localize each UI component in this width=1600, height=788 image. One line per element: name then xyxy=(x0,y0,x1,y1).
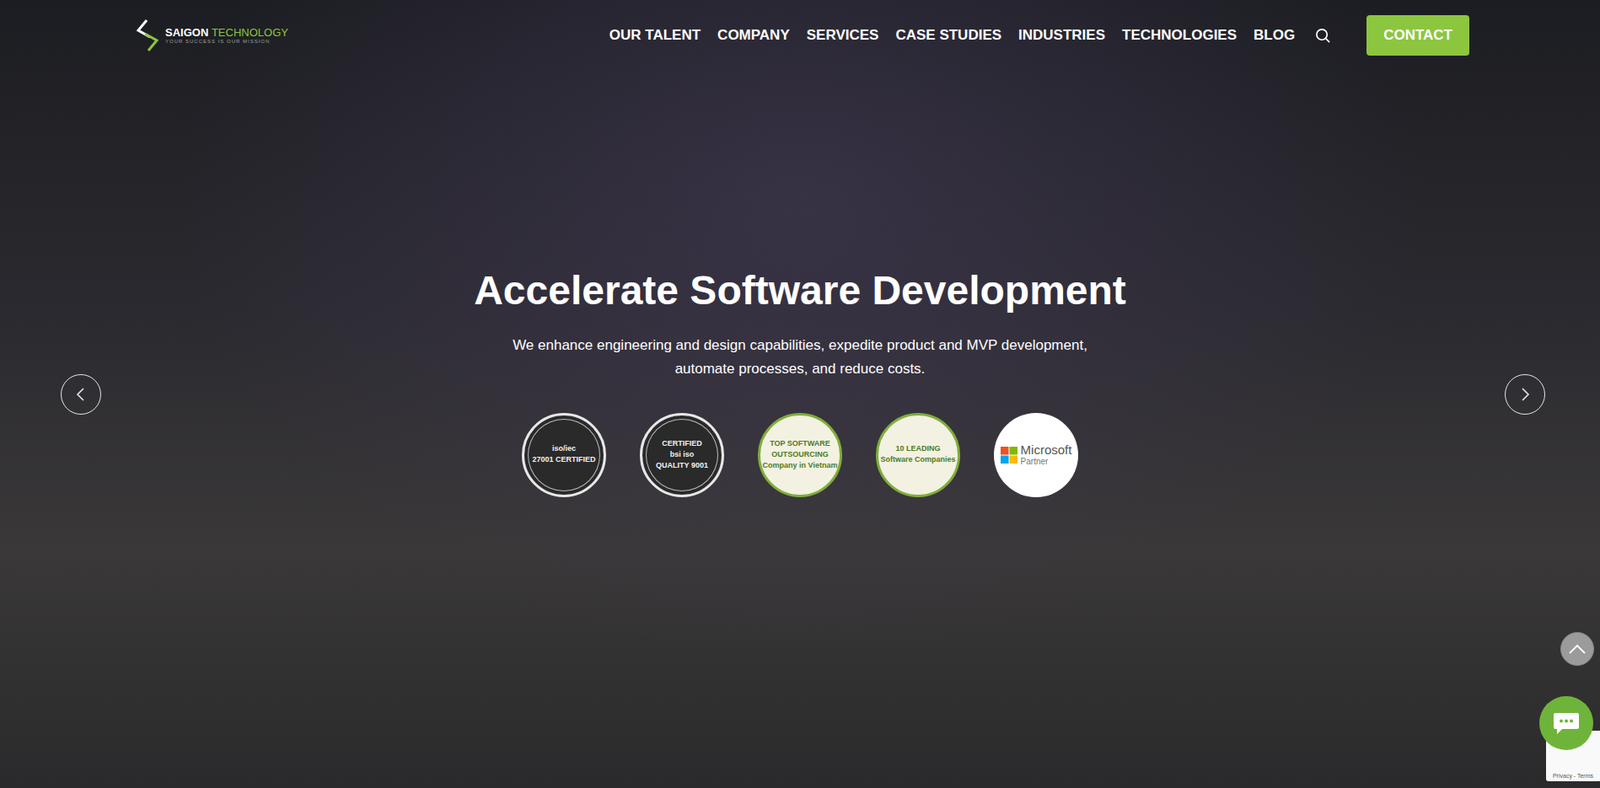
certification-badge: TOP SOFTWARE OUTSOURCINGCompany in Vietna… xyxy=(757,413,843,498)
logo-name: SAIGON TECHNOLOGY xyxy=(165,26,289,39)
main-nav: OUR TALENT COMPANY SERVICES CASE STUDIES IND… xyxy=(609,15,1470,56)
scroll-top-button[interactable] xyxy=(1560,632,1595,666)
microsoft-logo-icon xyxy=(1000,446,1018,464)
badge-line: Company in Vietnam xyxy=(762,461,838,471)
chevron-left-icon xyxy=(75,386,87,403)
nav-item[interactable]: INDUSTRIES xyxy=(1018,26,1106,44)
next-slide-button[interactable] xyxy=(1504,374,1546,415)
nav-item[interactable]: COMPANY xyxy=(717,26,790,44)
nav-item[interactable]: BLOG xyxy=(1253,26,1295,44)
badge-line: iso/iec xyxy=(552,445,576,454)
nav-item[interactable]: OUR TALENT xyxy=(609,26,701,44)
certification-badge: MicrosoftPartner xyxy=(993,413,1079,498)
certification-badge: CERTIFIED bsi isoQUALITY 9001 xyxy=(639,413,725,498)
search-icon xyxy=(1315,27,1332,44)
chevron-right-icon xyxy=(1519,386,1531,403)
badge-line: 10 LEADING xyxy=(895,445,940,454)
contact-button[interactable]: CONTACT xyxy=(1366,15,1470,56)
partner-logo: MicrosoftPartner xyxy=(1000,443,1073,468)
recaptcha-text[interactable]: Privacy - Terms xyxy=(1552,773,1594,779)
chat-button[interactable] xyxy=(1539,696,1594,751)
badge-line: bsi iso xyxy=(670,451,695,460)
logo[interactable]: SAIGON TECHNOLOGYYOUR SUCCESS IS OUR MIS… xyxy=(134,18,289,53)
nav-item[interactable]: TECHNOLOGIES xyxy=(1122,26,1237,44)
nav-item[interactable]: CASE STUDIES xyxy=(895,26,1002,44)
logo-tagline: YOUR SUCCESS IS OUR MISSION xyxy=(165,38,289,45)
hero: SAIGON TECHNOLOGYYOUR SUCCESS IS OUR MIS… xyxy=(0,0,1600,788)
logo-mark-icon xyxy=(134,18,161,53)
partner-text: MicrosoftPartner xyxy=(1020,443,1073,468)
badge-row: iso/iec 27001 CERTIFIED CERTIFIED bsi isoQU… xyxy=(521,413,1079,498)
header: SAIGON TECHNOLOGYYOUR SUCCESS IS OUR MIS… xyxy=(0,0,1600,61)
certification-badge: iso/iec 27001 CERTIFIED xyxy=(521,413,607,498)
chat-bubble-icon xyxy=(1551,710,1581,736)
badge-line: Microsoft xyxy=(1020,443,1073,458)
badge-line: TOP SOFTWARE xyxy=(769,440,831,449)
logo-text: SAIGON TECHNOLOGYYOUR SUCCESS IS OUR MIS… xyxy=(165,26,289,45)
search-button[interactable] xyxy=(1311,27,1335,44)
badge-line: 27001 CERTIFIED xyxy=(531,456,596,465)
nav-item[interactable]: SERVICES xyxy=(806,26,880,44)
hero-subtitle: We enhance engineering and design capabi… xyxy=(504,333,1096,382)
hero-content: Accelerate Software Development We enhanc… xyxy=(0,266,1600,498)
prev-slide-button[interactable] xyxy=(60,374,102,415)
badge-line: OUTSOURCING xyxy=(771,451,829,460)
badge-line: Partner xyxy=(1020,456,1049,467)
logo-accent: TECHNOLOGY xyxy=(211,26,289,39)
certification-badge: 10 LEADING Software Companies xyxy=(875,413,961,498)
badge-line: CERTIFIED xyxy=(661,440,703,449)
hero-title: Accelerate Software Development xyxy=(473,266,1127,316)
badge-line: Software Companies xyxy=(880,456,956,465)
chevron-up-icon xyxy=(1567,643,1587,656)
badge-line: QUALITY 9001 xyxy=(655,461,709,471)
